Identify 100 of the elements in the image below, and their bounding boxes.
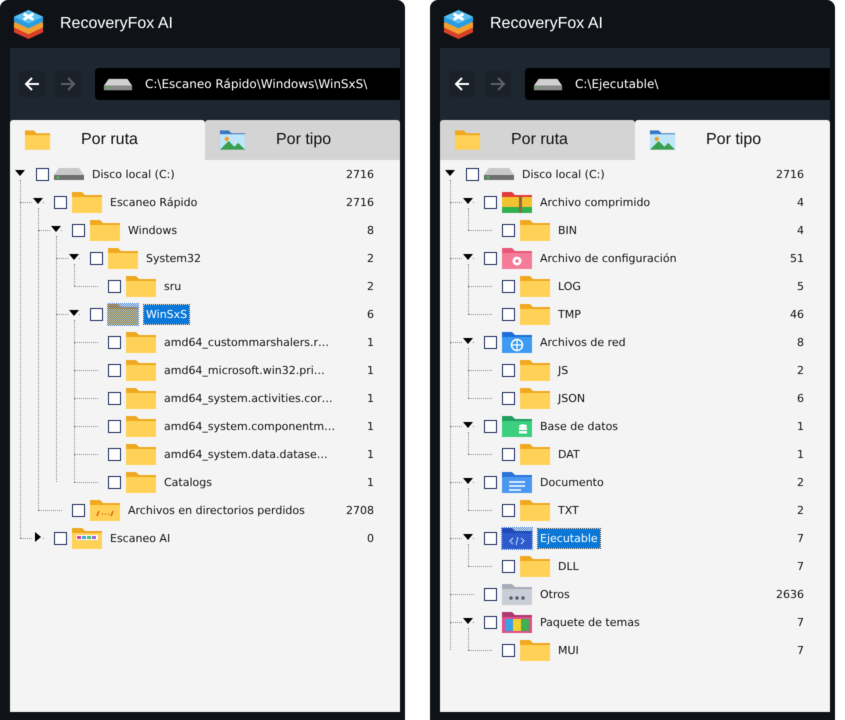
- tree-item-label[interactable]: DLL: [556, 556, 581, 576]
- checkbox[interactable]: [484, 252, 497, 264]
- tree-item-label[interactable]: Archivos en directorios perdidos: [126, 500, 307, 520]
- tree-item-label[interactable]: Escaneo AI: [108, 528, 172, 548]
- checkbox[interactable]: [54, 196, 67, 208]
- path-text: C:\Escaneo Rápido\Windows\WinSxS\: [145, 77, 368, 91]
- collapse-icon[interactable]: [463, 196, 473, 206]
- window-title: RecoveryFox AI: [60, 15, 173, 33]
- collapse-icon[interactable]: [69, 308, 79, 318]
- file-count: 7: [797, 644, 804, 656]
- tree-item-label[interactable]: TMP: [556, 304, 583, 324]
- collapse-icon[interactable]: [463, 420, 473, 430]
- tree-item-label[interactable]: JS: [556, 360, 570, 380]
- file-count: 2: [797, 476, 804, 488]
- collapse-icon[interactable]: [51, 224, 61, 234]
- path-field[interactable]: C:\Escaneo Rápido\Windows\WinSxS\: [95, 68, 400, 100]
- tree-item-label[interactable]: System32: [144, 248, 204, 268]
- tree-item-label[interactable]: JSON: [556, 388, 588, 408]
- file-count: 1: [367, 336, 374, 348]
- checkbox[interactable]: [108, 280, 121, 292]
- file-count: 2708: [346, 504, 374, 516]
- file-count: 2636: [776, 588, 804, 600]
- checkbox[interactable]: [502, 504, 515, 516]
- file-count: 0: [367, 532, 374, 544]
- tree-item-label[interactable]: sru: [162, 276, 184, 296]
- checkbox[interactable]: [466, 168, 479, 180]
- checkbox[interactable]: [484, 336, 497, 348]
- checkbox[interactable]: [484, 588, 497, 600]
- file-count: 1: [367, 476, 374, 488]
- checkbox[interactable]: [54, 532, 67, 544]
- tree-item-label[interactable]: Archivo comprimido: [538, 192, 652, 212]
- tree-item-label[interactable]: amd64_custommarshalers.r…: [162, 332, 331, 352]
- checkbox[interactable]: [108, 364, 121, 376]
- tree-item-label[interactable]: Disco local (C:): [520, 164, 607, 184]
- checkbox[interactable]: [36, 168, 49, 180]
- checkbox[interactable]: [484, 196, 497, 208]
- tree-item-label[interactable]: Otros: [538, 584, 572, 604]
- collapse-icon[interactable]: [463, 532, 473, 542]
- file-count: 2716: [346, 168, 374, 180]
- checkbox[interactable]: [108, 476, 121, 488]
- pictures-folder-icon: [649, 128, 676, 152]
- tab[interactable]: Por ruta: [10, 120, 205, 160]
- checkbox[interactable]: [484, 476, 497, 488]
- checkbox[interactable]: [484, 532, 497, 544]
- checkbox[interactable]: [502, 224, 515, 236]
- file-count: 8: [367, 224, 374, 236]
- checkbox[interactable]: [502, 280, 515, 292]
- checkbox[interactable]: [108, 448, 121, 460]
- tree-item-label[interactable]: Catalogs: [162, 472, 214, 492]
- checkbox[interactable]: [90, 308, 103, 320]
- tree-item-label[interactable]: amd64_system.componentm…: [162, 416, 338, 436]
- path-field[interactable]: C:\Ejecutable\: [525, 68, 830, 100]
- checkbox[interactable]: [108, 392, 121, 404]
- tree-item-label[interactable]: BIN: [556, 220, 580, 240]
- checkbox[interactable]: [502, 364, 515, 376]
- back-button[interactable]: [449, 71, 475, 97]
- collapse-icon[interactable]: [33, 196, 43, 206]
- tree-item-label[interactable]: amd64_system.activities.cor…: [162, 388, 335, 408]
- tree-item-label[interactable]: WinSxS: [144, 304, 190, 324]
- tab[interactable]: Por ruta: [440, 120, 635, 160]
- checkbox[interactable]: [502, 560, 515, 572]
- tree-item-label[interactable]: LOG: [556, 276, 583, 296]
- tree-item-label[interactable]: Disco local (C:): [90, 164, 177, 184]
- tab[interactable]: Por tipo: [205, 120, 400, 160]
- path-text: C:\Ejecutable\: [575, 77, 658, 91]
- checkbox[interactable]: [108, 420, 121, 432]
- tree-item-label[interactable]: MUI: [556, 640, 581, 660]
- file-count: 7: [797, 532, 804, 544]
- collapse-icon[interactable]: [463, 336, 473, 346]
- checkbox[interactable]: [484, 420, 497, 432]
- checkbox[interactable]: [72, 224, 85, 236]
- checkbox[interactable]: [90, 252, 103, 264]
- tree-item-label[interactable]: amd64_microsoft.win32.pri…: [162, 360, 327, 380]
- tree-item-label[interactable]: Base de datos: [538, 416, 620, 436]
- checkbox[interactable]: [502, 448, 515, 460]
- tree-item-label[interactable]: amd64_system.data.datase…: [162, 444, 330, 464]
- tree-item-label[interactable]: Ejecutable: [538, 528, 600, 548]
- tree-item-label[interactable]: TXT: [556, 500, 581, 520]
- tree-item-label[interactable]: Archivo de configuración: [538, 248, 679, 268]
- checkbox[interactable]: [502, 392, 515, 404]
- file-count: 46: [790, 308, 804, 320]
- tree-item-label[interactable]: Documento: [538, 472, 606, 492]
- tree-item-label[interactable]: Escaneo Rápido: [108, 192, 200, 212]
- collapse-icon[interactable]: [463, 616, 473, 626]
- collapse-icon[interactable]: [463, 476, 473, 486]
- file-count: 7: [797, 560, 804, 572]
- checkbox[interactable]: [502, 644, 515, 656]
- tab[interactable]: Por tipo: [635, 120, 830, 160]
- collapse-icon[interactable]: [463, 252, 473, 262]
- collapse-icon[interactable]: [69, 252, 79, 262]
- checkbox[interactable]: [484, 616, 497, 628]
- tree-item-label[interactable]: DAT: [556, 444, 582, 464]
- checkbox[interactable]: [108, 336, 121, 348]
- file-count: 1: [367, 448, 374, 460]
- back-button[interactable]: [19, 71, 45, 97]
- tree-item-label[interactable]: Windows: [126, 220, 180, 240]
- checkbox[interactable]: [72, 504, 85, 516]
- checkbox[interactable]: [502, 308, 515, 320]
- tree-item-label[interactable]: Paquete de temas: [538, 612, 642, 632]
- tree-item-label[interactable]: Archivos de red: [538, 332, 628, 352]
